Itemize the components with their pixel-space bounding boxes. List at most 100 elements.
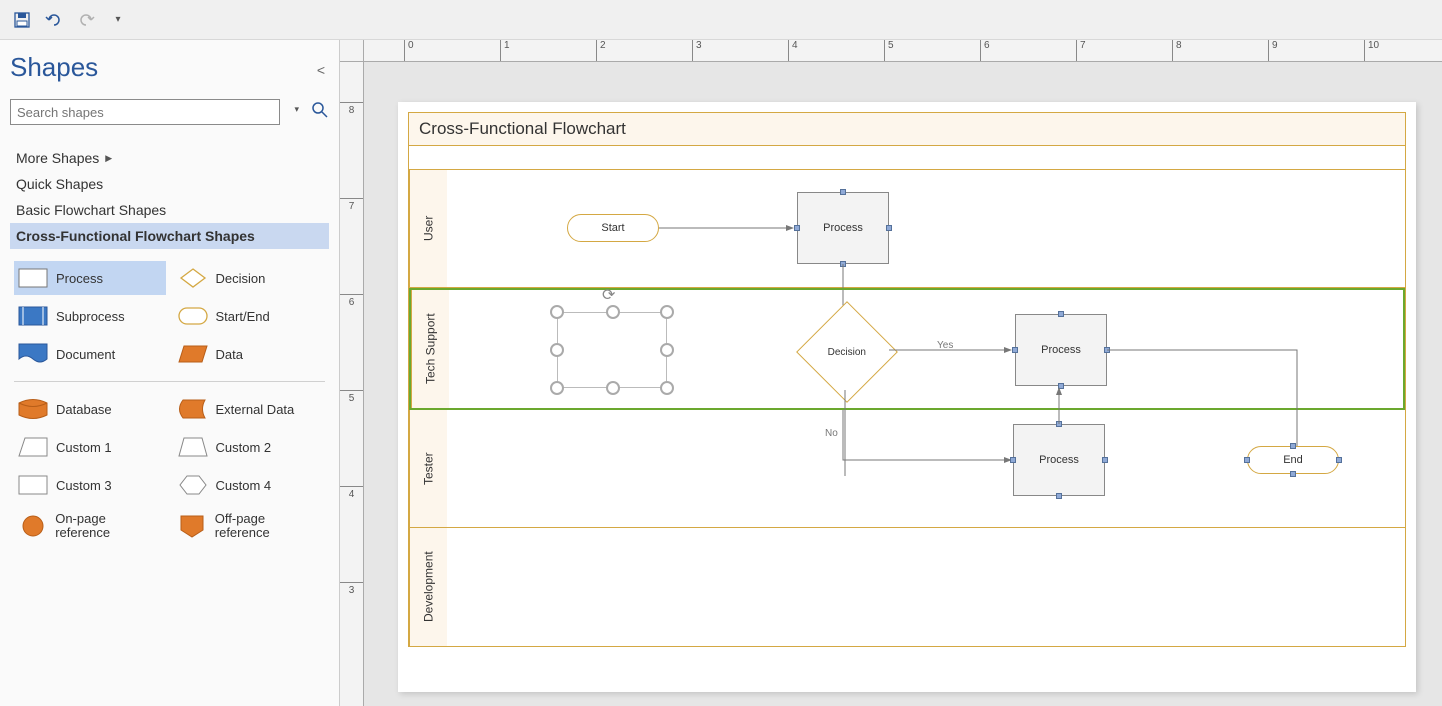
swimlane-tester[interactable]: Tester No Process End xyxy=(409,410,1405,528)
shape-label: Data xyxy=(216,347,243,362)
shape-label: Custom 3 xyxy=(56,478,112,493)
shape-document[interactable]: Document xyxy=(14,337,166,371)
search-icon[interactable] xyxy=(311,101,329,124)
ruler-tick: 8 xyxy=(1172,40,1182,61)
drawing-area[interactable]: 0 1 2 3 4 5 6 7 8 9 10 11 8 7 6 5 4 3 Cr… xyxy=(340,40,1442,706)
flowchart-title[interactable]: Cross-Functional Flowchart xyxy=(409,113,1405,146)
ruler-tick: 3 xyxy=(340,582,363,596)
shapes-grid: Process Decision Subprocess Start/End Do… xyxy=(10,257,329,551)
ruler-tick: 7 xyxy=(1076,40,1086,61)
shapes-panel-title: Shapes xyxy=(10,52,329,83)
connector-label-no: No xyxy=(825,428,838,439)
shape-divider xyxy=(14,381,325,382)
stencil-more-shapes[interactable]: More Shapes ▶ xyxy=(10,145,329,171)
custom4-icon xyxy=(178,474,208,496)
database-icon xyxy=(18,398,48,420)
ruler-tick: 9 xyxy=(1268,40,1278,61)
ruler-corner xyxy=(340,40,364,62)
shape-external-data[interactable]: External Data xyxy=(174,392,326,426)
stencil-label: More Shapes xyxy=(16,150,99,166)
shape-decision[interactable]: Decision xyxy=(174,261,326,295)
connector[interactable] xyxy=(1055,384,1067,424)
swimlane-header[interactable]: Development xyxy=(409,528,447,646)
shape-label: Decision xyxy=(216,271,266,286)
shape-custom-3[interactable]: Custom 3 xyxy=(14,468,166,502)
ruler-tick: 1 xyxy=(500,40,510,61)
shape-label: External Data xyxy=(216,402,295,417)
shapes-panel: Shapes < ▾ More Shapes ▶ Quick Shapes Ba… xyxy=(0,40,340,706)
shape-start-end[interactable]: Start/End xyxy=(174,299,326,333)
ruler-tick: 0 xyxy=(404,40,414,61)
shape-process[interactable]: Process xyxy=(14,261,166,295)
save-icon xyxy=(14,12,30,28)
shape-database[interactable]: Database xyxy=(14,392,166,426)
swimlane-tech-support[interactable]: Tech Support ⟳ Decision xyxy=(409,288,1405,410)
search-dropdown-icon[interactable]: ▾ xyxy=(294,104,299,115)
shape-off-page-ref[interactable]: Off-page reference xyxy=(174,506,326,547)
redo-button[interactable] xyxy=(72,6,100,34)
shape-label: Custom 1 xyxy=(56,440,112,455)
ruler-tick: 4 xyxy=(340,486,363,500)
swimlane-header[interactable]: Tester xyxy=(409,410,447,527)
start-end-icon xyxy=(178,305,208,327)
decision-icon xyxy=(178,267,208,289)
stencil-label: Quick Shapes xyxy=(16,176,103,192)
undo-button[interactable] xyxy=(40,6,68,34)
off-page-ref-icon xyxy=(178,515,207,537)
qat-customize-button[interactable]: ▾ xyxy=(104,6,132,34)
stencil-cross-functional[interactable]: Cross-Functional Flowchart Shapes xyxy=(10,223,329,249)
stencil-basic-flowchart[interactable]: Basic Flowchart Shapes xyxy=(10,197,329,223)
rotate-handle-icon[interactable]: ⟳ xyxy=(602,285,615,305)
swimlane-header[interactable]: User xyxy=(409,170,447,287)
ruler-tick: 4 xyxy=(788,40,798,61)
flowchart-container[interactable]: Cross-Functional Flowchart User Start Pr… xyxy=(408,112,1406,647)
node-process-3[interactable]: Process xyxy=(1013,424,1105,496)
ruler-tick: 10 xyxy=(1364,40,1379,61)
save-button[interactable] xyxy=(8,6,36,34)
connector[interactable] xyxy=(659,222,797,234)
vertical-ruler: 8 7 6 5 4 3 xyxy=(340,62,364,706)
chevron-right-icon: ▶ xyxy=(105,153,112,164)
shape-label: Process xyxy=(56,271,103,286)
shape-label: Custom 2 xyxy=(216,440,272,455)
swimlane-user[interactable]: User Start Process xyxy=(409,170,1405,288)
ruler-tick: 6 xyxy=(340,294,363,308)
connector[interactable] xyxy=(839,410,1019,470)
flowchart-phase-bar[interactable] xyxy=(409,146,1405,170)
shape-data[interactable]: Data xyxy=(174,337,326,371)
shape-subprocess[interactable]: Subprocess xyxy=(14,299,166,333)
shape-label: Database xyxy=(56,402,112,417)
swimlane-development[interactable]: Development xyxy=(409,528,1405,646)
horizontal-ruler: 0 1 2 3 4 5 6 7 8 9 10 11 xyxy=(364,40,1442,62)
ruler-tick: 8 xyxy=(340,102,363,116)
node-process-1[interactable]: Process xyxy=(797,192,889,264)
subprocess-icon xyxy=(18,305,48,327)
ruler-tick: 2 xyxy=(596,40,606,61)
stencil-label: Cross-Functional Flowchart Shapes xyxy=(16,228,255,244)
ruler-tick: 3 xyxy=(692,40,702,61)
shape-custom-2[interactable]: Custom 2 xyxy=(174,430,326,464)
stencil-list: More Shapes ▶ Quick Shapes Basic Flowcha… xyxy=(10,145,329,249)
node-end[interactable]: End xyxy=(1247,446,1339,474)
shape-label: On-page reference xyxy=(55,512,161,541)
quick-access-toolbar: ▾ xyxy=(0,0,1442,40)
collapse-shapes-button[interactable]: < xyxy=(317,62,325,78)
node-label: Process xyxy=(1039,454,1079,466)
ruler-tick: 6 xyxy=(980,40,990,61)
node-process-2[interactable]: Process xyxy=(1015,314,1107,386)
search-shapes-input[interactable] xyxy=(10,99,280,125)
shape-custom-1[interactable]: Custom 1 xyxy=(14,430,166,464)
swimlane-header[interactable]: Tech Support xyxy=(411,290,449,408)
node-label: Process xyxy=(1041,344,1081,356)
shape-custom-4[interactable]: Custom 4 xyxy=(174,468,326,502)
shape-placeholder[interactable]: ⟳ xyxy=(557,312,667,388)
node-decision[interactable]: Decision xyxy=(796,301,898,403)
shape-on-page-ref[interactable]: On-page reference xyxy=(14,506,166,547)
ruler-tick: 5 xyxy=(340,390,363,404)
redo-icon xyxy=(77,12,95,28)
shape-label: Off-page reference xyxy=(215,512,321,541)
stencil-quick-shapes[interactable]: Quick Shapes xyxy=(10,171,329,197)
node-start[interactable]: Start xyxy=(567,214,659,242)
drawing-page[interactable]: Cross-Functional Flowchart User Start Pr… xyxy=(398,102,1416,692)
node-label: Start xyxy=(601,222,624,234)
